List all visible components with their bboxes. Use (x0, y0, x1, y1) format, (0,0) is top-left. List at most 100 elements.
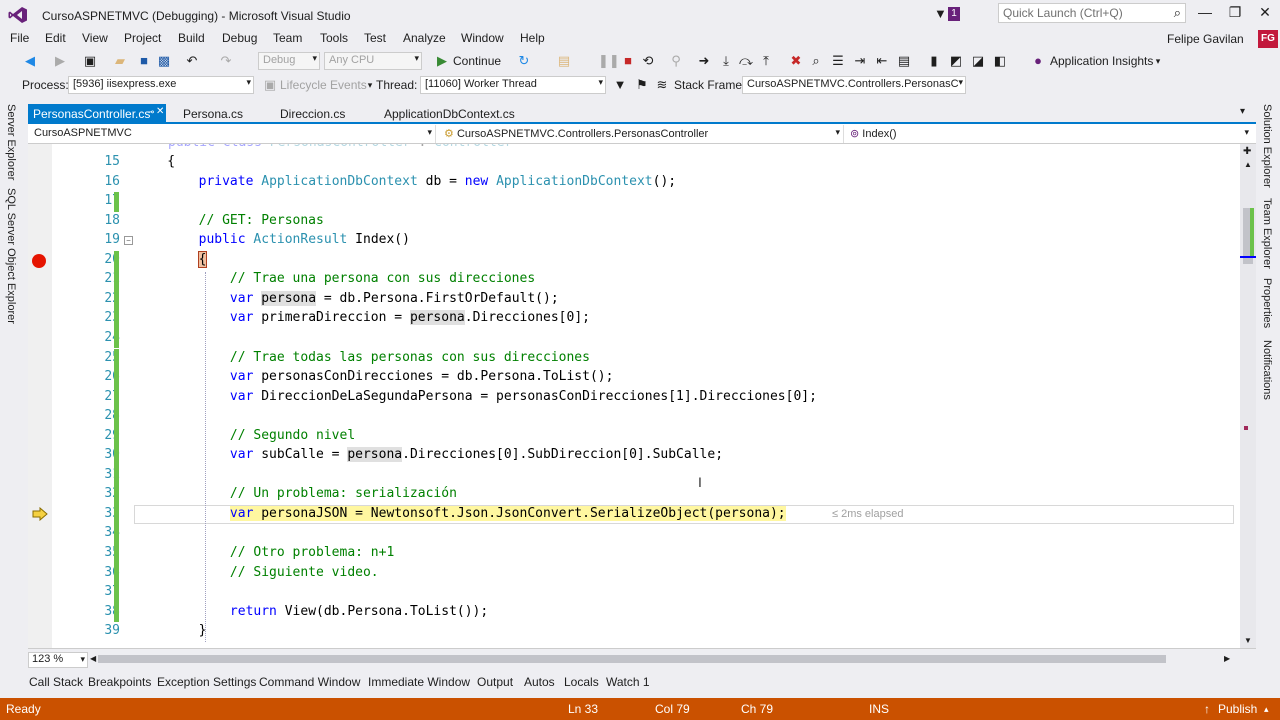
perf-tip[interactable]: ≤ 2ms elapsed (832, 508, 903, 520)
tab-direccion[interactable]: Direccion.cs (275, 104, 350, 122)
menu-help[interactable]: Help (520, 31, 545, 45)
chevron-up-icon[interactable]: ▴ (1264, 704, 1269, 715)
comment-icon[interactable]: ☰ (830, 53, 846, 69)
member-nav-select[interactable]: ⊚ Index() ▾ (846, 125, 1252, 143)
bookmark-icon[interactable]: ▮ (926, 53, 942, 69)
tab-command-window[interactable]: Command Window (259, 675, 360, 689)
code-line[interactable]: 25 // Trae todas las personas con sus di… (28, 348, 1240, 368)
back-icon[interactable]: ◀ (22, 53, 38, 69)
horizontal-scrollbar-thumb[interactable] (98, 655, 1166, 663)
publish-button[interactable]: Publish (1218, 702, 1257, 716)
code-line[interactable]: 26 var personasConDirecciones = db.Perso… (28, 368, 1240, 388)
outdent-icon[interactable]: ⇤ (874, 53, 890, 69)
tab-overflow-icon[interactable]: ▾ (1240, 106, 1245, 117)
bookmark-next-icon[interactable]: ◪ (970, 53, 986, 69)
tab-immediate-window[interactable]: Immediate Window (368, 675, 470, 689)
zoom-select[interactable]: 123 % ▾ (28, 652, 88, 668)
breakpoint-icon[interactable] (32, 253, 46, 268)
show-next-statement-icon[interactable]: ➜ (696, 53, 712, 69)
menu-project[interactable]: Project (124, 31, 161, 45)
pin-icon[interactable]: ⊸ (146, 107, 154, 118)
undo-icon[interactable]: ↶ (184, 53, 200, 69)
close-button[interactable]: ✕ (1250, 4, 1280, 24)
tab-persona[interactable]: Persona.cs (178, 104, 248, 122)
lifecycle-events-button[interactable]: Lifecycle Events (280, 78, 367, 92)
menu-analyze[interactable]: Analyze (403, 31, 446, 45)
menu-view[interactable]: View (82, 31, 108, 45)
pause-icon[interactable]: ❚❚ (598, 53, 620, 69)
filter-threads-icon[interactable]: ▼ (612, 77, 628, 93)
server-explorer-tab[interactable]: Server Explorer (5, 104, 17, 180)
scroll-right-icon[interactable]: ▶ (1224, 654, 1230, 663)
configuration-select[interactable]: Debug ▾ (258, 52, 320, 70)
tab-applicationdbcontext[interactable]: ApplicationDbContext.cs (379, 104, 520, 122)
code-line[interactable]: 22 var persona = db.Persona.FirstOrDefau… (28, 289, 1240, 310)
code-line[interactable]: 36 // Siguiente video. (28, 563, 1240, 584)
process-select[interactable]: [5936] iisexpress.exe ▾ (68, 76, 254, 94)
step-out-icon[interactable]: ⤒ (758, 53, 774, 69)
code-line[interactable]: 24 (28, 328, 1240, 349)
notification-badge[interactable]: 1 (948, 7, 960, 21)
collapse-icon[interactable]: − (124, 236, 133, 246)
menu-edit[interactable]: Edit (45, 31, 66, 45)
class-nav-select[interactable]: ⚙ CursoASPNETMVC.Controllers.PersonasCon… (440, 125, 844, 143)
code-line[interactable]: 27 var DireccionDeLaSegundaPersona = per… (28, 387, 1240, 408)
bookmark-prev-icon[interactable]: ◩ (948, 53, 964, 69)
menu-file[interactable]: File (10, 31, 29, 45)
sql-server-object-explorer-tab[interactable]: SQL Server Object Explorer (5, 188, 17, 324)
platform-select[interactable]: Any CPU ▾ (324, 52, 422, 70)
vertical-scrollbar[interactable]: ✚ ▲ ▼ (1240, 144, 1256, 648)
menu-window[interactable]: Window (461, 31, 504, 45)
code-line[interactable]: 17 (28, 192, 1240, 212)
tab-call-stack[interactable]: Call Stack (29, 675, 83, 689)
browse-icon[interactable]: ▤ (556, 53, 572, 69)
new-project-icon[interactable]: ▣ (82, 53, 98, 69)
continue-button[interactable]: Continue (453, 54, 501, 68)
project-nav-select[interactable]: CursoASPNETMVC ▾ (30, 125, 436, 143)
bookmark-clear-icon[interactable]: ◧ (992, 53, 1008, 69)
save-all-icon[interactable]: ▩ (156, 53, 172, 69)
code-line[interactable]: 33 var personaJSON = Newtonsoft.Json.Jso… (28, 504, 1240, 525)
chevron-down-icon[interactable]: ▾ (1150, 53, 1166, 69)
refresh-icon[interactable]: ↻ (516, 53, 532, 69)
tab-personascontroller[interactable]: PersonasController.cs ⊸ ✕ (28, 104, 166, 122)
restore-button[interactable]: ❐ (1220, 4, 1250, 24)
close-icon[interactable]: ✕ (156, 106, 164, 117)
minimize-button[interactable]: — (1190, 4, 1220, 24)
scroll-up-icon[interactable]: ▲ (1244, 160, 1252, 169)
team-explorer-tab[interactable]: Team Explorer (1261, 198, 1273, 269)
thread-options-icon[interactable]: ≋ (654, 77, 670, 93)
menu-build[interactable]: Build (178, 31, 205, 45)
tab-locals[interactable]: Locals (564, 675, 599, 689)
stop-icon[interactable]: ■ (620, 53, 636, 69)
code-editor[interactable]: public class PersonasController : Contro… (28, 144, 1240, 648)
code-line[interactable]: 28 (28, 407, 1240, 427)
code-line[interactable]: 38 return View(db.Persona.ToList()); (28, 602, 1240, 623)
menu-team[interactable]: Team (273, 31, 302, 45)
properties-tab[interactable]: Properties (1261, 278, 1273, 328)
code-line[interactable]: 20 { (28, 250, 1240, 271)
restart-icon[interactable]: ⟲ (640, 53, 656, 69)
horizontal-scrollbar[interactable]: 123 % ▾ ◀ ▶ (28, 648, 1256, 668)
code-line[interactable]: 34 (28, 524, 1240, 544)
application-insights-icon[interactable]: ● (1030, 53, 1046, 69)
scroll-left-icon[interactable]: ◀ (90, 654, 96, 663)
notifications-tab[interactable]: Notifications (1261, 340, 1273, 400)
redo-icon[interactable]: ↷ (218, 53, 234, 69)
menu-debug[interactable]: Debug (222, 31, 257, 45)
current-statement-arrow-icon[interactable] (32, 506, 48, 521)
code-line[interactable]: 30 var subCalle = persona.Direcciones[0]… (28, 446, 1240, 466)
hot-reload-icon[interactable]: ⚲ (668, 53, 684, 69)
save-icon[interactable]: ■ (136, 53, 152, 69)
menu-tools[interactable]: Tools (320, 31, 348, 45)
thread-select[interactable]: [11060] Worker Thread ▾ (420, 76, 606, 94)
stack-frame-select[interactable]: CursoASPNETMVC.Controllers.PersonasC ▾ (742, 76, 966, 94)
filter-icon[interactable]: ▼ (934, 6, 947, 21)
scroll-down-icon[interactable]: ▼ (1244, 636, 1252, 645)
code-line[interactable]: 37 (28, 583, 1240, 603)
step-into-icon[interactable]: ⤓ (718, 53, 734, 69)
code-line[interactable]: 16 private ApplicationDbContext db = new… (28, 173, 1240, 193)
indent-icon[interactable]: ⇥ (852, 53, 868, 69)
toggle-breakpoints-icon[interactable]: ✖ (788, 53, 804, 69)
char-indicator[interactable]: Ch 79 (741, 702, 773, 716)
